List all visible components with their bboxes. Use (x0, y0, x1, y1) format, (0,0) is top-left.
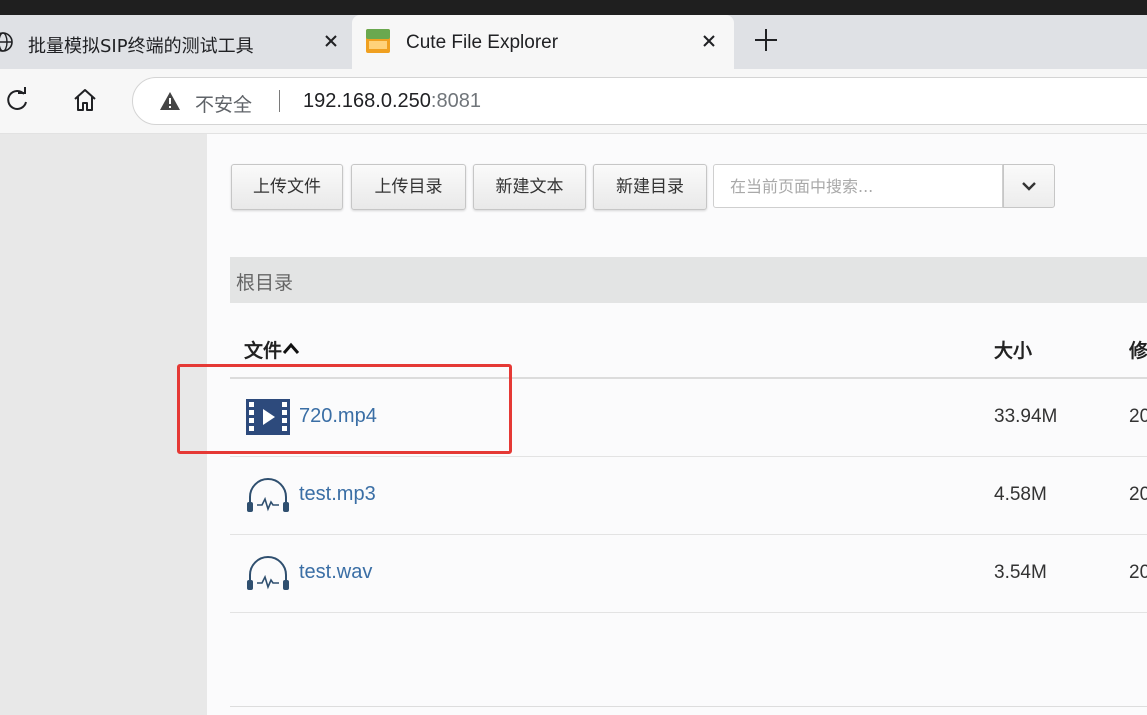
file-size: 33.94M (994, 406, 1058, 427)
tab-cute-file-explorer[interactable]: Cute File Explorer (352, 15, 734, 69)
breadcrumb-bar: 根目录 (230, 257, 1147, 303)
address-bar[interactable]: 不安全 192.168.0.250:8081 (132, 77, 1147, 125)
column-header-name[interactable]: 文件 (244, 336, 300, 363)
new-directory-button[interactable]: 新建目录 (593, 164, 707, 210)
file-link[interactable]: test.wav (299, 561, 372, 584)
url-text[interactable]: 192.168.0.250:8081 (303, 90, 481, 113)
file-size: 4.58M (994, 484, 1047, 505)
file-modified: 20 (1129, 484, 1147, 505)
table-row[interactable]: test.mp3 4.58M 20 (230, 457, 1147, 535)
file-modified: 20 (1129, 562, 1147, 583)
url-port: :8081 (430, 90, 481, 112)
video-file-icon (246, 399, 290, 435)
tab-title: 批量模拟SIP终端的测试工具 (28, 36, 254, 57)
window-top-strip (0, 0, 1147, 15)
new-text-button[interactable]: 新建文本 (473, 164, 586, 210)
chevron-down-icon (1022, 182, 1036, 191)
sort-ascending-icon (282, 342, 300, 354)
audio-file-icon (247, 556, 289, 590)
warning-icon[interactable] (159, 90, 181, 112)
cute-file-explorer-favicon (366, 29, 390, 53)
audio-file-icon (247, 478, 289, 512)
not-secure-label[interactable]: 不安全 (195, 90, 252, 117)
url-host: 192.168.0.250 (303, 90, 431, 112)
reload-icon[interactable] (2, 85, 32, 115)
home-icon[interactable] (70, 85, 100, 115)
upload-directory-button[interactable]: 上传目录 (351, 164, 466, 210)
browser-toolbar: 不安全 192.168.0.250:8081 (0, 69, 1147, 134)
close-tab-icon[interactable] (696, 28, 722, 54)
file-explorer-main: 上传文件 上传目录 新建文本 新建目录 根目录 文件 大小 修 720.mp4 … (207, 134, 1147, 715)
column-header-modified[interactable]: 修 (1129, 336, 1147, 363)
globe-icon (0, 32, 13, 52)
table-row[interactable]: test.wav 3.54M 20 (230, 535, 1147, 613)
close-tab-icon[interactable] (318, 28, 344, 54)
file-modified: 20 (1129, 406, 1147, 427)
table-bottom-divider (230, 706, 1147, 707)
breadcrumb-root[interactable]: 根目录 (236, 268, 293, 295)
upload-file-button[interactable]: 上传文件 (231, 164, 343, 210)
page-left-gutter (0, 134, 207, 715)
column-header-name-label: 文件 (244, 340, 283, 362)
file-link[interactable]: 720.mp4 (299, 405, 377, 428)
search-options-dropdown[interactable] (1003, 164, 1055, 208)
new-tab-plus-icon[interactable] (752, 26, 780, 54)
tab-title: Cute File Explorer (406, 32, 559, 53)
table-row[interactable]: 720.mp4 33.94M 20 (230, 379, 1147, 457)
search-input[interactable] (713, 164, 1003, 208)
address-separator (279, 90, 280, 112)
file-size: 3.54M (994, 562, 1047, 583)
file-link[interactable]: test.mp3 (299, 483, 376, 506)
column-header-size[interactable]: 大小 (994, 336, 1032, 363)
tab-sip-tool[interactable]: 批量模拟SIP终端的测试工具 (0, 15, 352, 69)
